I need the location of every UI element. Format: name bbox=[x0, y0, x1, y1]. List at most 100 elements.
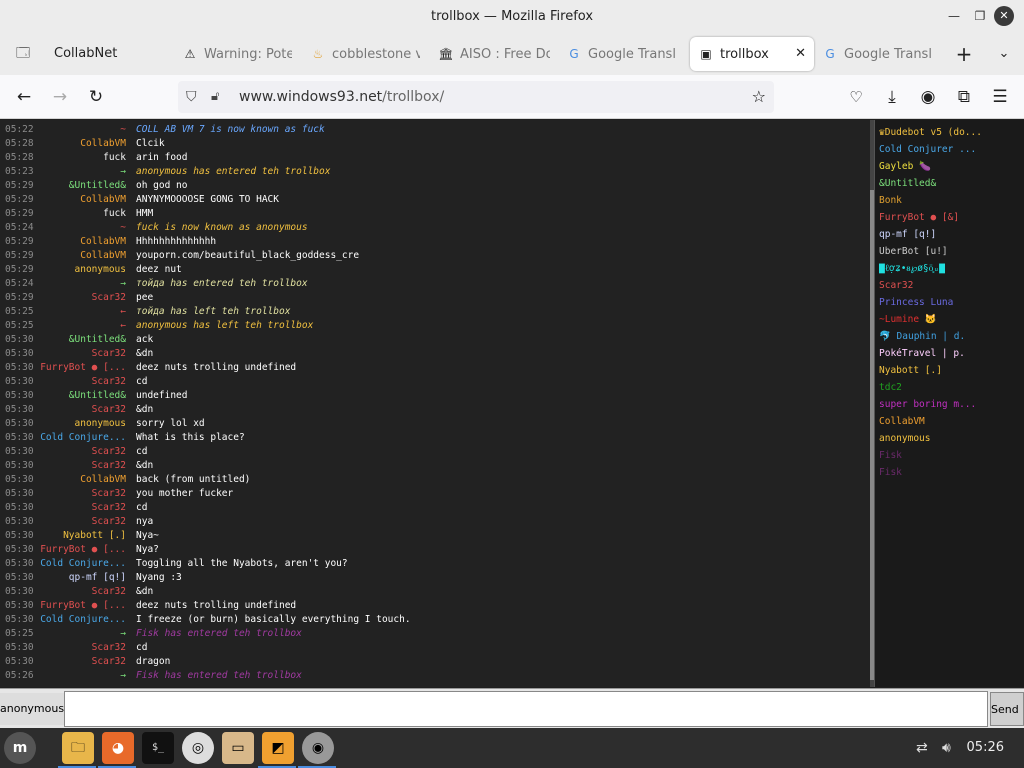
user-list-item[interactable]: Gayleb 🍆 bbox=[879, 158, 1023, 175]
network-icon[interactable]: ⇄ bbox=[916, 728, 928, 768]
message-nick[interactable]: Scar32 bbox=[92, 515, 126, 529]
minimize-icon[interactable]: — bbox=[940, 0, 968, 33]
bookmark-star-icon[interactable]: ☆ bbox=[752, 81, 766, 113]
tab-google-translate-2[interactable]: G Google Transl bbox=[822, 37, 932, 71]
user-list-item[interactable]: Princess Luna bbox=[879, 294, 1023, 311]
user-list-item[interactable]: tdc2 bbox=[879, 379, 1023, 396]
mint-menu-button[interactable]: m bbox=[4, 732, 36, 764]
user-list-item[interactable]: &Untitled& bbox=[879, 175, 1023, 192]
message-nick[interactable]: Scar32 bbox=[92, 501, 126, 515]
user-list-item[interactable]: anonymous bbox=[879, 430, 1023, 447]
archive-launcher[interactable]: ▭ bbox=[222, 732, 254, 764]
volume-icon[interactable]: 🔊︎ bbox=[942, 728, 951, 768]
user-list-item[interactable]: Cold Conjurer ... bbox=[879, 141, 1023, 158]
user-list-item[interactable]: Bonk bbox=[879, 192, 1023, 209]
clock[interactable]: 05:26 bbox=[967, 728, 1004, 768]
user-list-item[interactable]: ♛Dudebot v5 (do... bbox=[879, 124, 1023, 141]
message-nick[interactable]: fuck bbox=[103, 207, 126, 221]
message-nick[interactable]: → bbox=[120, 277, 126, 291]
send-button[interactable]: Send bbox=[990, 692, 1024, 726]
message-nick[interactable]: ~ bbox=[120, 221, 126, 235]
message-nick[interactable]: → bbox=[120, 165, 126, 179]
user-list-item[interactable]: 🐬 Dauphin | d. bbox=[879, 328, 1023, 345]
url-bar[interactable]: ⛉ 🔓︎ www.windows93.net/trollbox/ ☆ bbox=[178, 81, 774, 113]
shield-icon[interactable]: ⛉ bbox=[186, 81, 197, 113]
message-nick[interactable]: qp-mf [q!] bbox=[69, 571, 126, 585]
message-nick[interactable]: CollabVM bbox=[80, 473, 126, 487]
tab-google-translate[interactable]: G Google Transl bbox=[566, 37, 676, 71]
message-nick[interactable]: CollabVM bbox=[80, 249, 126, 263]
message-nick[interactable]: Cold Conjure... bbox=[40, 431, 126, 445]
message-nick[interactable]: Scar32 bbox=[92, 641, 126, 655]
firefox-launcher[interactable]: ◕ bbox=[102, 732, 134, 764]
message-nick[interactable]: &Untitled& bbox=[69, 333, 126, 347]
downloads-button[interactable]: ⤓ bbox=[878, 83, 906, 111]
message-nick[interactable]: CollabVM bbox=[80, 137, 126, 151]
message-nick[interactable]: anonymous bbox=[75, 263, 126, 277]
user-list-item[interactable]: UberBot [u!] bbox=[879, 243, 1023, 260]
menu-button[interactable]: ☰ bbox=[986, 83, 1014, 111]
tab-cobblestone[interactable]: ♨ cobblestone v bbox=[310, 37, 420, 71]
reload-button[interactable]: ↻ bbox=[82, 83, 110, 111]
message-nick[interactable]: Scar32 bbox=[92, 375, 126, 389]
message-nick[interactable]: Scar32 bbox=[92, 445, 126, 459]
message-nick[interactable]: Scar32 bbox=[92, 585, 126, 599]
message-nick[interactable]: Cold Conjure... bbox=[40, 557, 126, 571]
user-list-item[interactable]: super boring m... bbox=[879, 396, 1023, 413]
user-list-item[interactable]: ▇ℓợʑ•ᴕ℘ø§ö͓ᵤ▇ bbox=[879, 260, 1023, 277]
list-all-tabs-button[interactable]: ⌄ bbox=[990, 37, 1018, 71]
message-nick[interactable]: → bbox=[120, 669, 126, 683]
message-nick[interactable]: CollabVM bbox=[80, 193, 126, 207]
close-tab-icon[interactable]: ✕ bbox=[795, 37, 806, 71]
message-input[interactable] bbox=[64, 691, 988, 727]
forward-button[interactable]: → bbox=[46, 83, 74, 111]
message-nick[interactable]: → bbox=[120, 627, 126, 641]
user-list[interactable]: ♛Dudebot v5 (do... Cold Conjurer ... Gayle… bbox=[874, 120, 1024, 687]
message-nick[interactable]: Scar32 bbox=[92, 459, 126, 473]
tab-warning[interactable]: ⚠ Warning: Pote bbox=[182, 37, 292, 71]
message-nick[interactable]: &Untitled& bbox=[69, 179, 126, 193]
extensions-button[interactable]: ⧉ bbox=[950, 83, 978, 111]
message-nick[interactable]: FurryBot ● [... bbox=[40, 599, 126, 613]
chat-log[interactable]: 05:22 ~ COLL AB VM 7 is now known as fuck 0… bbox=[0, 120, 870, 687]
new-tab-button[interactable]: + bbox=[950, 37, 978, 71]
message-nick[interactable]: Scar32 bbox=[92, 291, 126, 305]
user-list-item[interactable]: Scar32 bbox=[879, 277, 1023, 294]
message-nick[interactable]: Nyabott [.] bbox=[63, 529, 126, 543]
user-list-item[interactable]: CollabVM bbox=[879, 413, 1023, 430]
message-nick[interactable]: &Untitled& bbox=[69, 389, 126, 403]
close-window-button[interactable]: ✕ bbox=[994, 6, 1014, 26]
pocket-button[interactable]: ♡ bbox=[842, 83, 870, 111]
message-nick[interactable]: FurryBot ● [... bbox=[40, 361, 126, 375]
message-nick[interactable]: Scar32 bbox=[92, 347, 126, 361]
maximize-icon[interactable]: ❐ bbox=[966, 0, 994, 33]
tab-overview-button[interactable]: 🗔 bbox=[8, 37, 38, 71]
back-button[interactable]: ← bbox=[10, 83, 38, 111]
user-list-item[interactable]: ~Lumine 🐱 bbox=[879, 311, 1023, 328]
account-button[interactable]: ◉ bbox=[914, 83, 942, 111]
message-nick[interactable]: ← bbox=[120, 319, 126, 333]
user-list-item[interactable]: Fisk bbox=[879, 447, 1023, 464]
files-launcher[interactable]: 🗀 bbox=[62, 732, 94, 764]
message-nick[interactable]: Scar32 bbox=[92, 487, 126, 501]
message-nick[interactable]: anonymous bbox=[75, 417, 126, 431]
user-list-item[interactable]: qp-mf [q!] bbox=[879, 226, 1023, 243]
app-launcher-2[interactable]: ◉ bbox=[302, 732, 334, 764]
user-list-item[interactable]: Fisk bbox=[879, 464, 1023, 481]
disc-launcher[interactable]: ◎ bbox=[182, 732, 214, 764]
user-list-item[interactable]: Nyabott [.] bbox=[879, 362, 1023, 379]
terminal-launcher[interactable]: $_ bbox=[142, 732, 174, 764]
user-list-item[interactable]: PokéTravel | p. bbox=[879, 345, 1023, 362]
message-nick[interactable]: Scar32 bbox=[92, 655, 126, 669]
message-nick[interactable]: Scar32 bbox=[92, 403, 126, 417]
message-nick[interactable]: CollabVM bbox=[80, 235, 126, 249]
lock-insecure-icon[interactable]: 🔓︎ bbox=[211, 81, 219, 113]
tab-trollbox[interactable]: ▣ trollbox ✕ bbox=[690, 37, 814, 71]
app-launcher-1[interactable]: ◩ bbox=[262, 732, 294, 764]
user-list-item[interactable]: FurryBot ● [&] bbox=[879, 209, 1023, 226]
tab-aiso[interactable]: 🏛 AISO : Free Do bbox=[438, 37, 550, 71]
nickname-button[interactable]: anonymous bbox=[0, 693, 64, 725]
message-nick[interactable]: FurryBot ● [... bbox=[40, 543, 126, 557]
message-nick[interactable]: ← bbox=[120, 305, 126, 319]
message-nick[interactable]: ~ bbox=[120, 123, 126, 137]
